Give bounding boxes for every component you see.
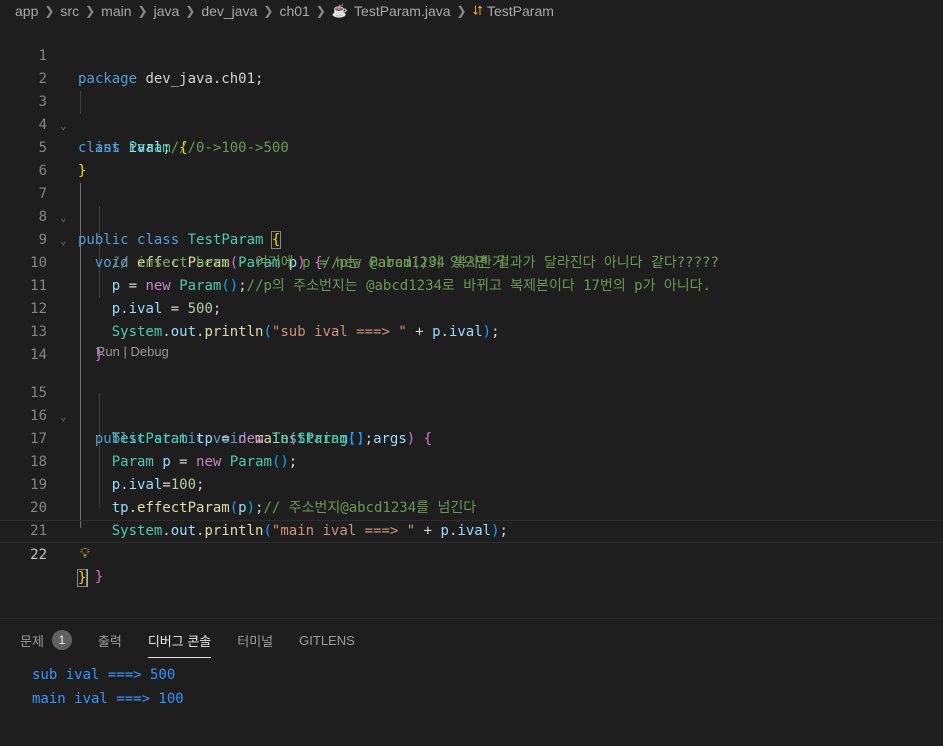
code-line-9: 9 // insert here - 여기에 p = new Param()이 … — [0, 206, 943, 271]
code-line-14: 14 — [0, 321, 943, 363]
code-line-18: 18 p.ival=100; — [0, 428, 943, 493]
console-line: main ival ===> 100 — [32, 691, 184, 707]
run-codelens[interactable]: Run — [96, 344, 120, 359]
tab-label: GITLENS — [299, 632, 355, 648]
code-line-15: 15 ⌄ public static void main(String[] ar… — [0, 359, 943, 447]
chevron-right-icon: ❯ — [185, 4, 196, 18]
tab-label: 터미널 — [237, 633, 274, 649]
code-line-1: 1 package dev_java.ch01; — [0, 22, 943, 87]
breadcrumb: app ❯ src ❯ main ❯ java ❯ dev_java ❯ ch0… — [0, 0, 943, 22]
breadcrumb-item-ch01[interactable]: ch01 — [279, 3, 309, 19]
java-cup-icon: ☕ — [331, 3, 349, 18]
chevron-right-icon: ❯ — [44, 4, 55, 18]
tab-label: 디버그 콘솔 — [147, 633, 212, 649]
chevron-right-icon: ❯ — [263, 4, 274, 18]
code-line-5: 5 } — [0, 114, 943, 179]
lightbulb-icon[interactable]: 💡︎ — [80, 543, 90, 566]
class-symbol-icon: ⮃ — [472, 3, 483, 18]
line-number: 22 — [30, 547, 47, 563]
code-line-16: 16 TestParam tp = new TestParam(); — [0, 382, 943, 447]
code-line-21: 21 💡︎ } — [0, 497, 943, 585]
breadcrumb-item-java[interactable]: java — [154, 3, 180, 19]
breadcrumb-item-app[interactable]: app — [15, 3, 38, 19]
code-line-17: 17 Param p = new Param(); — [0, 405, 943, 470]
problems-count-badge: 1 — [51, 630, 72, 650]
chevron-right-icon: ❯ — [137, 4, 148, 18]
chevron-right-icon: ❯ — [456, 4, 467, 18]
chevron-right-icon: ❯ — [315, 4, 326, 18]
chevron-right-icon: ❯ — [85, 4, 96, 18]
breadcrumb-item-main[interactable]: main — [101, 3, 131, 19]
tab-output[interactable]: 출력 — [98, 619, 122, 661]
codelens-separator: | — [119, 344, 131, 359]
code-line-7: 7 ⌄ public class TestParam { — [0, 160, 943, 249]
code-line-19: 19 tp.effectParam(p);// 주소번지@abcd1234를 넘… — [0, 451, 943, 516]
code-line-11: 11 p.ival = 500; — [0, 252, 943, 317]
code-line-2: 2 — [0, 45, 943, 87]
tab-gitlens[interactable]: GITLENS — [299, 619, 355, 661]
breadcrumb-symbol[interactable]: TestParam — [487, 3, 554, 19]
code-line-12: 12 System.out.println("sub ival ===> " +… — [0, 275, 943, 340]
console-line: sub ival ===> 500 — [32, 667, 176, 683]
code-line-22: 22 } — [0, 520, 943, 587]
code-line-10: 10 p = new Param();//p의 주소번지는 @abcd1234로… — [0, 229, 943, 294]
code-line-13: 13 } — [0, 298, 943, 363]
breadcrumb-item-dev-java[interactable]: dev_java — [201, 3, 257, 19]
code-line-3: 3 ⌄ class Param { — [0, 68, 943, 156]
tab-terminal[interactable]: 터미널 — [237, 619, 273, 661]
breadcrumb-file[interactable]: TestParam.java — [354, 3, 450, 19]
tab-problems[interactable]: 문제 1 — [20, 619, 72, 661]
panel-tabs: 문제 1 출력 디버그 콘솔 터미널 GITLENS — [0, 619, 943, 661]
text-cursor — [86, 569, 89, 587]
code-line-6: 6 — [0, 137, 943, 179]
tab-label: 출력 — [97, 633, 122, 649]
code-editor[interactable]: 1 package dev_java.ch01; 2 3 ⌄ class Par… — [0, 22, 943, 618]
code-line-4: 4 int ival;///0->100->500 — [0, 91, 943, 156]
breadcrumb-item-src[interactable]: src — [60, 3, 79, 19]
debug-console-output[interactable]: sub ival ===> 500 main ival ===> 100 — [32, 663, 184, 711]
tab-label: 문제 — [20, 633, 44, 649]
code-line-8: 8 ⌄ void effectParam(Param p) {//p는 @abc… — [0, 183, 943, 271]
code-line-20: 20 System.out.println("main ival ===> " … — [0, 474, 943, 539]
debug-codelens[interactable]: Debug — [130, 344, 168, 359]
tab-debug-console[interactable]: 디버그 콘솔 — [147, 619, 212, 661]
bottom-panel: 문제 1 출력 디버그 콘솔 터미널 GITLENS sub ival ===>… — [0, 618, 943, 746]
